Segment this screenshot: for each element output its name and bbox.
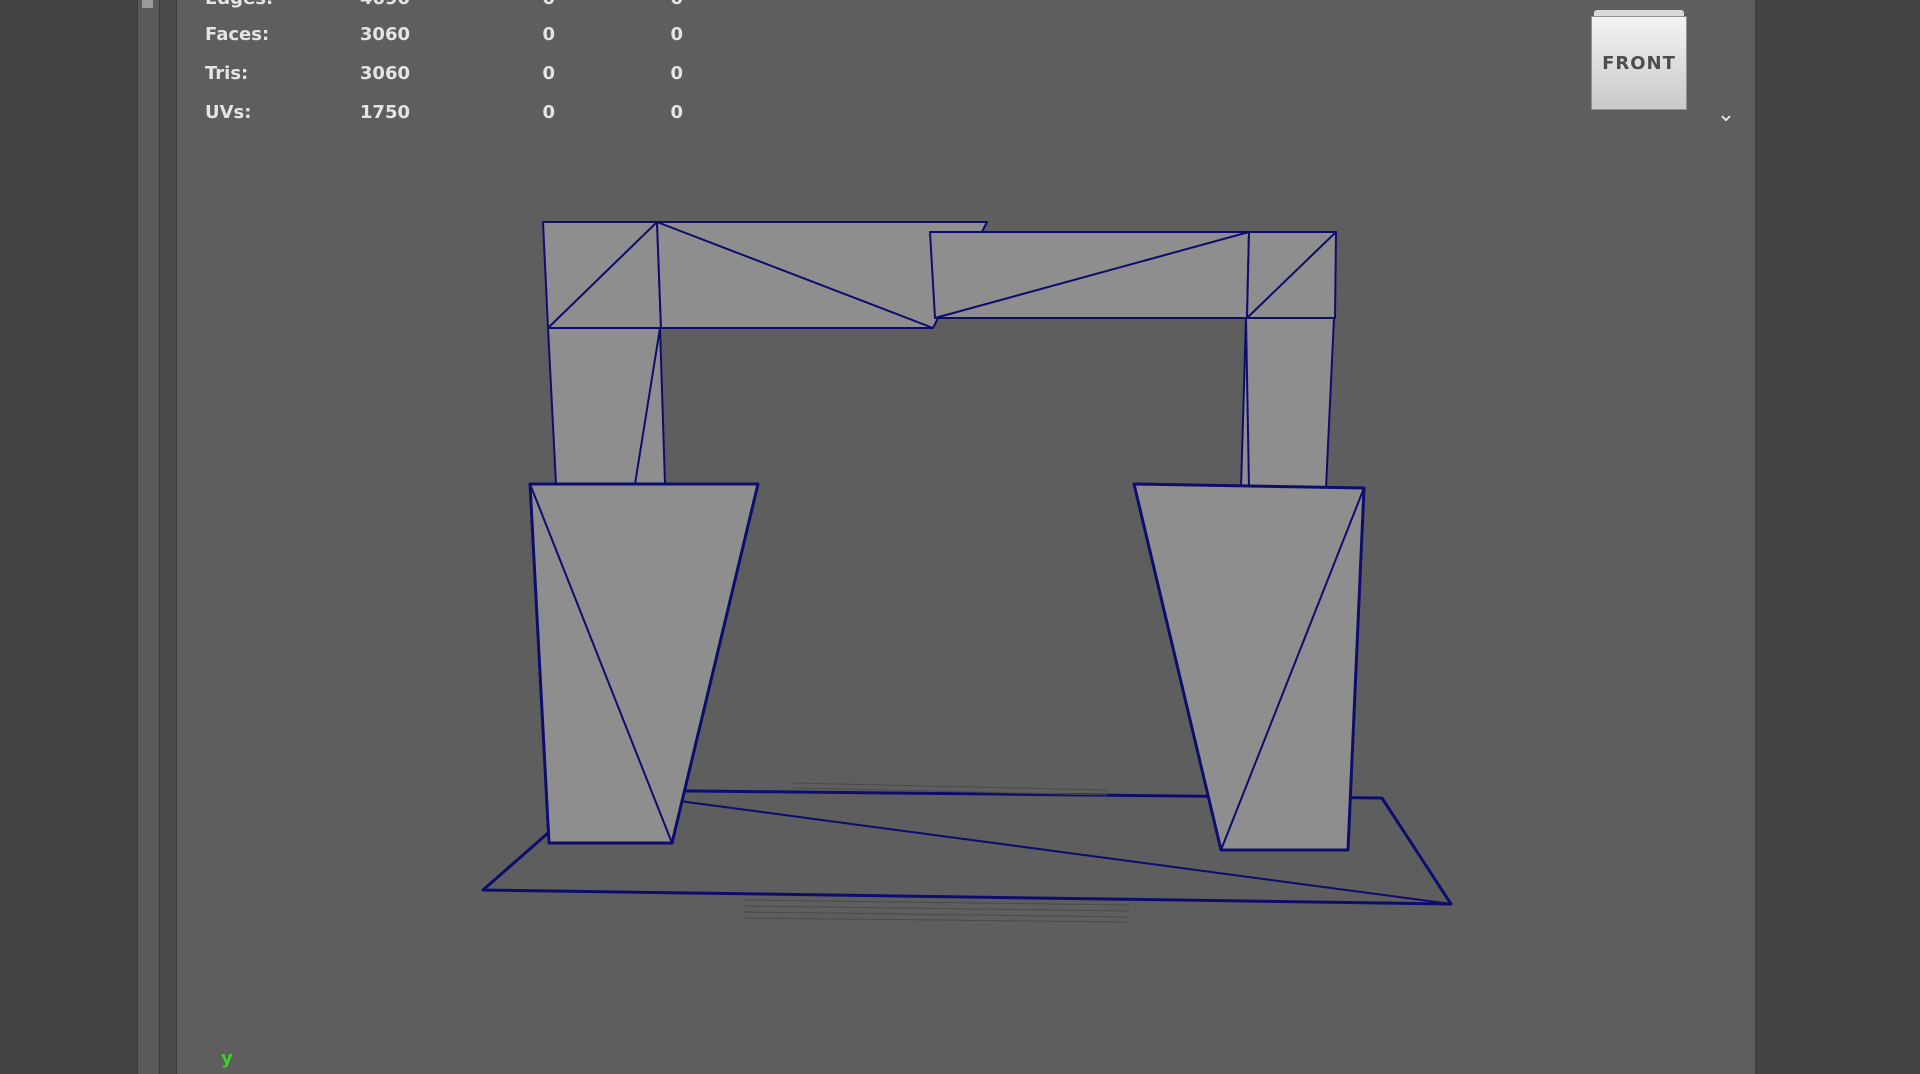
hud-label: Edges: [205, 0, 273, 9]
panel-splitter[interactable] [160, 0, 177, 1074]
hud-value: 0 [670, 102, 683, 123]
view-cube-front-face[interactable]: FRONT [1591, 16, 1687, 110]
hud-value: 0 [542, 102, 555, 123]
poly-count-hud: Edges: 4690 0 0 Faces: 3060 0 0 Tris: 30… [205, 0, 765, 130]
axis-y-label: y [221, 1048, 233, 1069]
right-upper-post [1240, 317, 1335, 489]
left-lower-pillar [528, 482, 760, 845]
hud-value: 0 [670, 24, 683, 45]
hud-label: Faces: [205, 24, 270, 45]
hud-value: 0 [542, 63, 555, 84]
chevron-down-icon[interactable]: ⌄ [1712, 104, 1740, 126]
hud-value: 0 [535, 0, 555, 9]
hud-value: 0 [670, 63, 683, 84]
hud-value: 1750 [359, 102, 410, 123]
view-cube[interactable]: FRONT [1591, 10, 1687, 110]
hud-row-edges: Edges: 4690 0 0 [205, 0, 765, 10]
hud-value: 0 [663, 0, 683, 9]
hud-value: 3060 [359, 63, 410, 84]
left-panel [0, 0, 137, 1074]
hud-value: 0 [542, 24, 555, 45]
vertical-scrollbar[interactable] [137, 0, 160, 1074]
view-cube-label: FRONT [1602, 52, 1676, 74]
hud-label: UVs: [205, 102, 252, 123]
scrollbar-thumb[interactable] [142, 0, 153, 8]
hud-value: 4690 [340, 0, 410, 9]
hud-label: Tris: [205, 63, 249, 84]
hud-value: 3060 [359, 24, 410, 45]
right-panel [1755, 0, 1920, 1074]
front-viewport[interactable]: Edges: 4690 0 0 Faces: 3060 0 0 Tris: 30… [177, 0, 1755, 1074]
hud-row-faces: Faces: 3060 0 0 [205, 24, 765, 46]
scene-geometry [481, 221, 1453, 923]
hud-row-tris: Tris: 3060 0 0 [205, 63, 765, 85]
hud-row-uvs: UVs: 1750 0 0 [205, 102, 765, 124]
